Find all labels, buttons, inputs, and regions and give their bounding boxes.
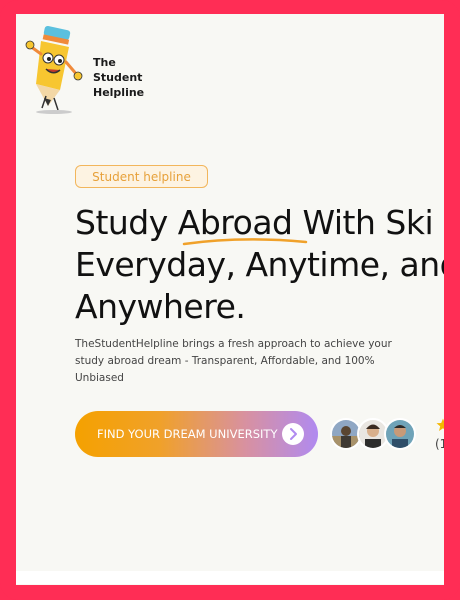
brand-name-line3: Helpline (93, 86, 145, 99)
rating-count: (1 (435, 437, 444, 451)
pencil-mascot-icon (25, 25, 83, 114)
brand-logo[interactable]: The Student Helpline (24, 24, 154, 119)
headline-underline (182, 238, 308, 246)
brand-name-line2: Student (93, 71, 143, 84)
brand-name: The Student Helpline (93, 55, 153, 100)
headline-line3: Anywhere. (75, 287, 246, 326)
student-avatars (330, 418, 420, 450)
page-screen: The Student Helpline Student helpline St… (16, 14, 444, 585)
hero-headline: Study Abroad With Ski Everyday, Anytime,… (75, 202, 444, 328)
avatar (384, 418, 416, 450)
chevron-right-icon (282, 423, 304, 445)
bottom-strip (16, 571, 444, 584)
student-helpline-badge: Student helpline (75, 165, 208, 188)
headline-line2: Everyday, Anytime, and (75, 245, 444, 284)
brand-name-line1: The (93, 56, 116, 69)
hero-description: TheStudentHelpline brings a fresh approa… (75, 338, 392, 384)
find-university-button[interactable]: FIND YOUR DREAM UNIVERSITY (75, 411, 318, 457)
star-icon (436, 418, 444, 431)
find-university-button-label: FIND YOUR DREAM UNIVERSITY (97, 427, 278, 441)
